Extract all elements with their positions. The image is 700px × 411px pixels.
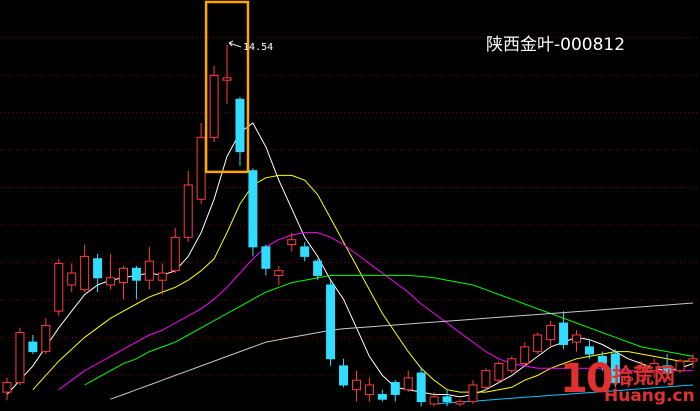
candle bbox=[248, 168, 258, 257]
candle-body-down bbox=[559, 322, 569, 345]
site-watermark: 10 拾荒网 Huang.cn bbox=[560, 356, 700, 411]
candle-body-up bbox=[364, 384, 374, 395]
candle-body-up bbox=[54, 263, 64, 312]
candle-body-up bbox=[106, 277, 116, 286]
candle-body-up bbox=[15, 332, 25, 384]
candle-body-up bbox=[287, 239, 297, 245]
candle bbox=[533, 332, 543, 354]
candle-body-up bbox=[183, 184, 193, 238]
candle-body-down bbox=[131, 267, 141, 281]
candle-body-up bbox=[507, 358, 517, 372]
candle-body-down bbox=[235, 98, 245, 153]
candle-body-up bbox=[481, 370, 491, 388]
candle-body-up bbox=[2, 382, 12, 393]
candle-body-up bbox=[196, 136, 206, 200]
candle bbox=[481, 368, 491, 390]
candle-body-up bbox=[533, 334, 543, 353]
candle-body-up bbox=[144, 260, 154, 281]
candle-body-up bbox=[429, 396, 439, 405]
watermark-english: Huang.cn bbox=[604, 386, 695, 406]
candle-body-down bbox=[390, 382, 400, 395]
candle-body-down bbox=[416, 372, 426, 403]
candle-body-up bbox=[274, 270, 284, 276]
candle-body-down bbox=[313, 260, 323, 276]
peak-value-label: 14.54 bbox=[243, 42, 273, 53]
candle-body-down bbox=[93, 258, 103, 279]
candle-body-up bbox=[546, 324, 556, 341]
candle-body-up bbox=[468, 384, 478, 403]
candle-body-up bbox=[455, 401, 465, 405]
candlestick-chart: 14.54 bbox=[0, 0, 700, 411]
candle-body-down bbox=[442, 396, 452, 403]
candle bbox=[326, 280, 336, 366]
chart-background bbox=[0, 0, 700, 411]
candle-body-up bbox=[520, 346, 530, 365]
candle-body-up bbox=[403, 377, 413, 391]
candle-body-down bbox=[584, 346, 594, 355]
stock-title: 陕西金叶-000812 bbox=[486, 35, 626, 55]
candle-body-down bbox=[261, 246, 271, 269]
candle-body-up bbox=[572, 334, 582, 343]
candle-body-up bbox=[351, 379, 361, 391]
candle-body-up bbox=[494, 363, 504, 381]
candle-body-down bbox=[377, 393, 387, 400]
candle bbox=[507, 356, 517, 374]
candle bbox=[494, 361, 504, 383]
candle-body-up bbox=[41, 324, 51, 353]
candle-body-up bbox=[209, 74, 219, 138]
candle-body-up bbox=[222, 77, 232, 81]
candle-body-up bbox=[157, 272, 167, 281]
candle-body-down bbox=[300, 246, 310, 257]
candle-body-up bbox=[118, 267, 128, 284]
candle bbox=[416, 368, 426, 407]
candle bbox=[209, 65, 219, 143]
candle-body-down bbox=[248, 170, 258, 248]
candle-body-down bbox=[339, 365, 349, 386]
candle-body-up bbox=[67, 272, 77, 286]
candle-body-up bbox=[170, 236, 180, 272]
candle bbox=[54, 258, 64, 316]
candle bbox=[15, 327, 25, 385]
candle-body-up bbox=[80, 255, 90, 291]
candle-body-down bbox=[28, 341, 38, 353]
candle-body-down bbox=[326, 284, 336, 360]
